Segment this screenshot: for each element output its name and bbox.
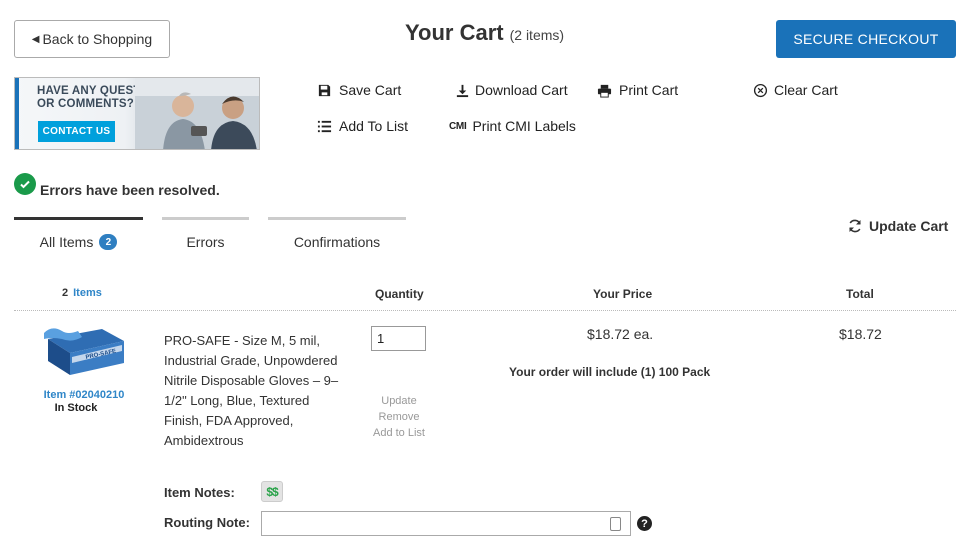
- questions-banner[interactable]: HAVE ANY QUESTIONS OR COMMENTS? CONTACT …: [14, 77, 260, 150]
- refresh-icon: [849, 219, 861, 233]
- help-icon[interactable]: ?: [637, 516, 652, 531]
- dollar-notes-icon[interactable]: $$: [261, 481, 283, 502]
- tab-errors-label: Errors: [186, 234, 225, 250]
- tab-indicator: [268, 217, 406, 220]
- status-message: Errors have been resolved.: [14, 173, 220, 198]
- product-image[interactable]: PRO-SAFE: [42, 323, 126, 379]
- print-cmi-labels-label: Print CMI Labels: [472, 118, 576, 134]
- items-count-number: 2: [62, 287, 69, 299]
- tab-confirmations[interactable]: Confirmations: [268, 217, 406, 267]
- tab-all-items-badge: 2: [99, 234, 118, 250]
- column-quantity: Quantity: [375, 287, 424, 301]
- download-cart-label: Download Cart: [475, 82, 568, 98]
- cart-item-count: (2 items): [509, 27, 565, 43]
- add-item-to-list-link[interactable]: Add to List: [360, 427, 438, 439]
- banner-stripe: [15, 78, 19, 149]
- download-icon: [456, 84, 469, 97]
- save-cart-action[interactable]: Save Cart: [317, 82, 401, 98]
- tab-all-items[interactable]: All Items 2: [14, 217, 143, 267]
- routing-note-label: Routing Note:: [164, 515, 250, 530]
- item-description[interactable]: PRO-SAFE - Size M, 5 mil, Industrial Gra…: [164, 331, 344, 451]
- print-cart-label: Print Cart: [619, 82, 679, 98]
- item-notes-label: Item Notes:: [164, 485, 235, 500]
- stock-status: In Stock: [54, 402, 98, 414]
- add-to-list-action[interactable]: Add To List: [317, 118, 408, 134]
- quantity-input[interactable]: [371, 326, 426, 351]
- items-count: 2 Items: [62, 287, 102, 299]
- unit-price: $18.72 ea.: [587, 326, 654, 342]
- header-divider: [14, 310, 956, 311]
- tab-all-items-label: All Items: [39, 234, 94, 250]
- download-cart-action[interactable]: Download Cart: [455, 82, 568, 98]
- remove-item-link[interactable]: Remove: [360, 411, 438, 423]
- tab-indicator: [14, 217, 143, 220]
- cmi-icon: CMI: [449, 120, 467, 132]
- contact-us-button[interactable]: CONTACT US: [38, 121, 115, 142]
- save-cart-label: Save Cart: [339, 82, 402, 98]
- add-to-list-label: Add To List: [339, 118, 409, 134]
- check-circle-icon: [14, 173, 36, 195]
- update-cart-label: Update Cart: [869, 218, 949, 234]
- items-count-link[interactable]: Items: [73, 287, 102, 299]
- banner-photo: [135, 78, 259, 149]
- update-cart-button[interactable]: Update Cart: [847, 218, 948, 234]
- tab-confirmations-label: Confirmations: [293, 234, 381, 250]
- line-total: $18.72: [839, 326, 882, 342]
- print-cart-action[interactable]: Print Cart: [597, 82, 678, 98]
- pack-note: Your order will include (1) 100 Pack: [509, 365, 711, 379]
- tab-errors[interactable]: Errors: [162, 217, 249, 267]
- routing-note-input[interactable]: [261, 511, 631, 536]
- column-your-price: Your Price: [593, 287, 653, 301]
- print-cmi-labels-action[interactable]: CMI Print CMI Labels: [449, 118, 576, 134]
- page-title: Your Cart (2 items): [405, 20, 564, 46]
- print-icon: [597, 84, 612, 98]
- save-icon: [318, 84, 331, 96]
- back-to-shopping-label: Back to Shopping: [42, 31, 153, 47]
- secure-checkout-button[interactable]: SECURE CHECKOUT: [776, 20, 956, 58]
- clear-cart-action[interactable]: Clear Cart: [753, 82, 838, 98]
- update-item-link[interactable]: Update: [360, 395, 438, 407]
- item-number-link[interactable]: Item #02040210: [14, 389, 154, 401]
- cart-title: Your Cart: [405, 20, 504, 45]
- contact-card-icon: [610, 517, 621, 531]
- tab-indicator: [162, 217, 249, 220]
- clear-cart-label: Clear Cart: [774, 82, 838, 98]
- clear-icon: [753, 83, 768, 97]
- status-text: Errors have been resolved.: [40, 182, 220, 198]
- back-arrow-icon: ◀: [31, 33, 40, 45]
- list-icon: [317, 120, 332, 132]
- column-total: Total: [846, 287, 874, 301]
- back-to-shopping-button[interactable]: ◀ Back to Shopping: [14, 20, 170, 58]
